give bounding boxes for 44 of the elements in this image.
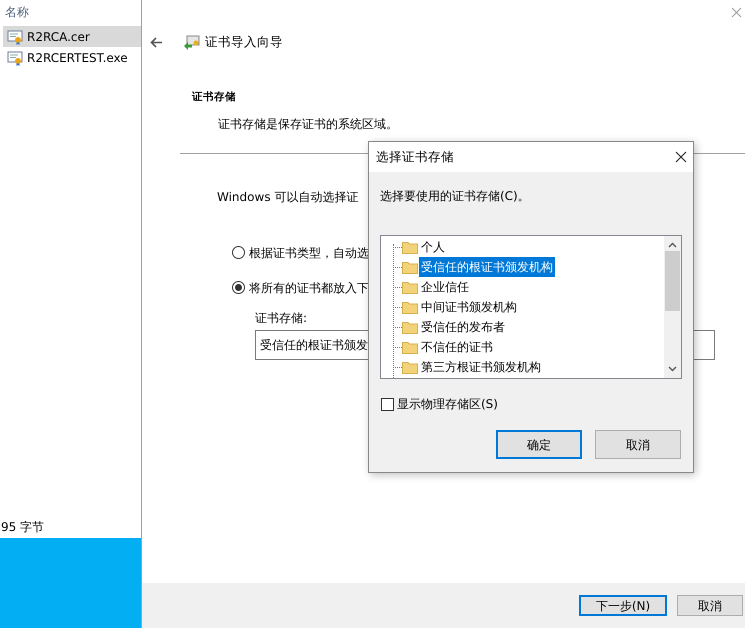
folder-icon xyxy=(402,260,418,274)
column-header[interactable]: 名称 xyxy=(0,0,141,26)
folder-icon xyxy=(402,320,418,334)
ok-button[interactable]: 确定 xyxy=(496,430,582,459)
tree-item[interactable]: 受信任的发布者 xyxy=(419,317,507,337)
back-arrow-icon[interactable] xyxy=(150,36,163,48)
intro-text: Windows 可以自动选择证 xyxy=(217,188,358,206)
wizard-title: 证书导入向导 xyxy=(205,32,283,51)
cancel-button[interactable]: 取消 xyxy=(595,430,681,459)
section-description: 证书存储是保存证书的系统区域。 xyxy=(218,116,398,133)
section-title: 证书存储 xyxy=(192,90,236,105)
field-label: 证书存储: xyxy=(255,310,308,327)
folder-icon xyxy=(402,280,418,294)
tree-item[interactable]: 受信任的根证书颁发机构 xyxy=(419,257,555,277)
status-text: 95 字节 xyxy=(0,519,46,536)
scroll-up-icon[interactable] xyxy=(668,242,677,248)
folder-icon xyxy=(402,340,418,354)
file-item[interactable]: R2RCERTEST.exe xyxy=(3,47,141,68)
radio-button[interactable] xyxy=(232,246,245,260)
folder-icon xyxy=(402,300,418,314)
certificate-wizard-icon xyxy=(183,34,200,50)
cancel-button[interactable]: 取消 xyxy=(677,595,743,616)
file-item[interactable]: R2RCA.cer xyxy=(3,26,141,47)
radio-button[interactable] xyxy=(232,281,245,294)
checkbox[interactable] xyxy=(381,398,394,410)
certificate-icon xyxy=(7,50,23,66)
close-icon[interactable] xyxy=(675,151,687,164)
scroll-down-icon[interactable] xyxy=(668,366,677,372)
folder-icon xyxy=(402,240,418,254)
next-button[interactable]: 下一步(N) xyxy=(579,595,667,616)
tree-item[interactable]: 第三方根证书颁发机构 xyxy=(419,357,543,377)
dialog-prompt: 选择要使用的证书存储(C)。 xyxy=(380,188,530,205)
checkbox-label[interactable]: 显示物理存储区(S) xyxy=(397,395,498,413)
radio-label[interactable]: 根据证书类型，自动选 xyxy=(249,244,369,262)
radio-label[interactable]: 将所有的证书都放入下 xyxy=(249,278,369,297)
dialog-title: 选择证书存储 xyxy=(376,148,454,166)
tree-item[interactable]: 中间证书颁发机构 xyxy=(419,297,519,317)
scrollbar-thumb[interactable] xyxy=(665,251,680,311)
store-tree-list[interactable]: 个人 受信任的根证书颁发机构 企业信任 中间证书颁发机构 受信任的发布者 不信任的证书 第三方根证书颁发机构 xyxy=(380,235,682,379)
folder-icon xyxy=(402,360,418,374)
tree-item[interactable]: 不信任的证书 xyxy=(419,337,495,357)
tree-item[interactable]: 个人 xyxy=(419,237,447,257)
tree-item[interactable]: 企业信任 xyxy=(419,277,471,297)
certificate-icon xyxy=(7,28,23,44)
